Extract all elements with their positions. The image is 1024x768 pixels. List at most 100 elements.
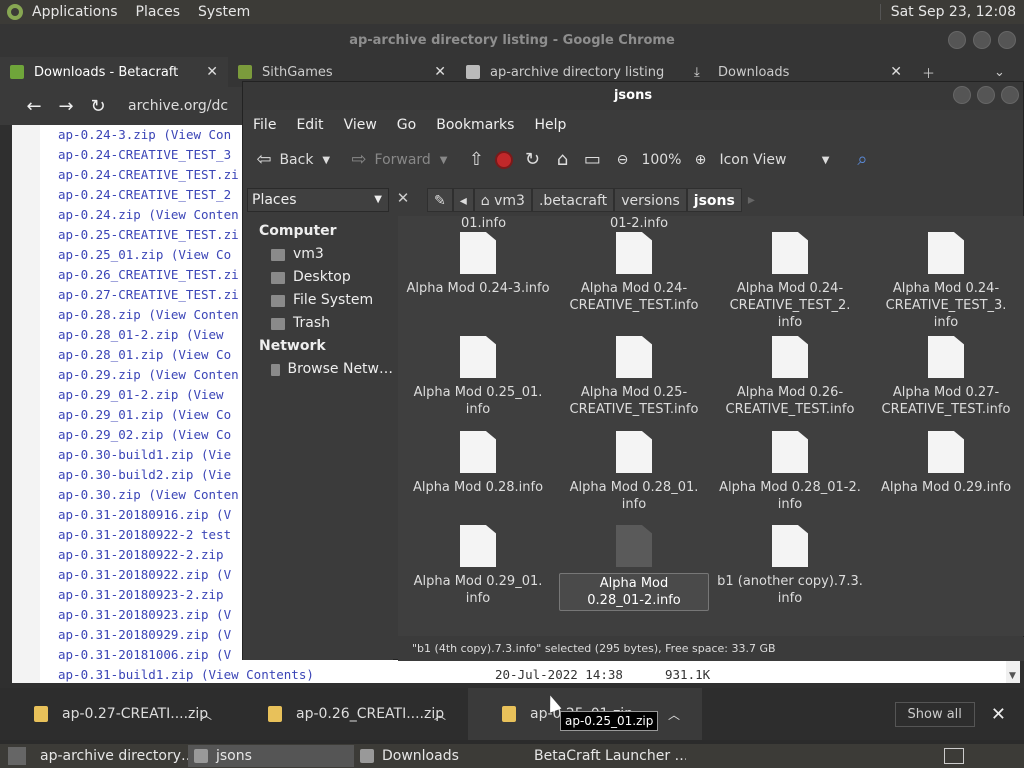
- home-button[interactable]: ⌂: [551, 149, 573, 171]
- listing-file-link[interactable]: ap-0.28_01-2.zip: [58, 327, 178, 342]
- menu-edit[interactable]: Edit: [286, 117, 333, 133]
- forward-arrow-icon[interactable]: →: [50, 96, 82, 117]
- view-contents-link[interactable]: (View Conten: [141, 487, 238, 502]
- listing-file-link[interactable]: ap-0.25_01.zip: [58, 247, 163, 262]
- forward-button[interactable]: ⇨ Forward ▼: [348, 149, 448, 171]
- listing-file-link[interactable]: ap-0.29_02.zip: [58, 427, 163, 442]
- reload-icon[interactable]: ↻: [82, 96, 114, 117]
- computer-button[interactable]: ▭: [581, 149, 603, 171]
- menu-system[interactable]: System: [189, 4, 259, 20]
- file-name[interactable]: Alpha Mod 0.28_01-2.info: [559, 573, 709, 611]
- chevron-up-icon[interactable]: ︿: [200, 706, 212, 723]
- tab-downloads-betacraft[interactable]: Downloads - Betacraft ✕: [0, 57, 228, 87]
- reload-button[interactable]: ↻: [521, 149, 543, 171]
- file-item[interactable]: Alpha Mod 0.29_01. info: [403, 525, 553, 607]
- listing-file-link[interactable]: ap-0.28.zip: [58, 307, 141, 322]
- file-item[interactable]: b1 (another copy).7.3. info: [715, 525, 865, 607]
- download-item[interactable]: ap-0.26_CREATI....zip ︿: [234, 688, 468, 740]
- file-item[interactable]: Alpha Mod 0.24- CREATIVE_TEST_3. info: [871, 232, 1021, 331]
- workspace-switcher[interactable]: [944, 748, 964, 764]
- view-contents-link[interactable]: (V: [209, 607, 231, 622]
- listing-file-link[interactable]: ap-0.24-CREATIVE_TEST.zi: [58, 167, 239, 182]
- file-item[interactable]: Alpha Mod 0.25_01. info: [403, 336, 553, 418]
- view-contents-link[interactable]: (View Co: [163, 407, 231, 422]
- taskbar-item-jsons[interactable]: jsons: [188, 745, 354, 767]
- close-tab-icon[interactable]: ✕: [434, 64, 446, 80]
- up-button[interactable]: ⇧: [465, 149, 487, 171]
- places-selector[interactable]: Places ▼: [247, 187, 389, 212]
- view-contents-link[interactable]: (View Contents): [193, 667, 314, 682]
- clipped-file-label[interactable]: 01.info: [461, 216, 506, 231]
- scroll-down-icon[interactable]: ▼: [1009, 671, 1016, 681]
- back-arrow-icon[interactable]: ←: [18, 96, 50, 117]
- crumb-versions[interactable]: versions: [614, 187, 687, 212]
- view-contents-link[interactable]: (View Conten: [141, 307, 238, 322]
- file-item[interactable]: Alpha Mod 0.28_01. info: [559, 431, 709, 513]
- close-tab-icon[interactable]: ✕: [890, 64, 902, 80]
- taskbar-item-downloads[interactable]: Downloads: [354, 745, 520, 767]
- zoom-out-button[interactable]: ⊖: [611, 149, 633, 171]
- chevron-up-icon[interactable]: ︿: [434, 706, 446, 723]
- sidebar-item-file-system[interactable]: File System: [243, 289, 393, 312]
- crumb-jsons[interactable]: jsons: [686, 187, 742, 212]
- view-contents-link[interactable]: (View Co: [163, 247, 231, 262]
- listing-file-link[interactable]: ap-0.24-CREATIVE_TEST_3: [58, 147, 231, 162]
- listing-file-link[interactable]: ap-0.27-CREATIVE_TEST.zi: [58, 287, 239, 302]
- listing-file-link[interactable]: ap-0.31-20180922-2.zip: [58, 547, 224, 562]
- listing-file-link[interactable]: ap-0.30-build1.zip: [58, 447, 193, 462]
- file-item[interactable]: Alpha Mod 0.24-3.info: [403, 232, 553, 297]
- chevron-up-icon[interactable]: ︿: [668, 706, 680, 723]
- view-contents-link[interactable]: (V: [209, 647, 231, 662]
- close-downloads-icon[interactable]: ✕: [991, 704, 1006, 725]
- file-item[interactable]: Alpha Mod 0.28_01-2.info: [559, 525, 709, 611]
- stop-button[interactable]: [495, 151, 514, 169]
- menu-bookmarks[interactable]: Bookmarks: [426, 117, 524, 133]
- view-contents-link[interactable]: (View: [178, 327, 224, 342]
- close-button[interactable]: [998, 31, 1016, 49]
- view-contents-link[interactable]: (Vie: [193, 467, 231, 482]
- listing-file-link[interactable]: ap-0.31-20180922-2 test: [58, 527, 231, 542]
- minimize-button[interactable]: [953, 86, 971, 104]
- listing-file-link[interactable]: ap-0.29.zip: [58, 367, 141, 382]
- zoom-in-button[interactable]: ⊕: [689, 149, 711, 171]
- file-item[interactable]: Alpha Mod 0.27- CREATIVE_TEST.info: [871, 336, 1021, 418]
- menu-file[interactable]: File: [243, 117, 286, 133]
- view-contents-link[interactable]: (V: [209, 567, 231, 582]
- listing-file-link[interactable]: ap-0.31-20180929.zip: [58, 627, 209, 642]
- file-item[interactable]: Alpha Mod 0.28.info: [403, 431, 553, 496]
- search-button[interactable]: ⌕: [851, 149, 873, 171]
- sidebar-item-browse-network[interactable]: Browse Netw…: [243, 358, 393, 381]
- show-all-button[interactable]: Show all: [894, 701, 975, 727]
- sidebar-item-desktop[interactable]: Desktop: [243, 266, 393, 289]
- menu-places[interactable]: Places: [127, 4, 190, 20]
- menu-help[interactable]: Help: [524, 117, 576, 133]
- listing-file-link[interactable]: ap-0.29_01-2.zip: [58, 387, 178, 402]
- file-item[interactable]: Alpha Mod 0.29.info: [871, 431, 1021, 496]
- close-button[interactable]: [1001, 86, 1019, 104]
- sidebar-item-trash[interactable]: Trash: [243, 312, 393, 335]
- clipped-file-label[interactable]: 01-2.info: [610, 216, 668, 231]
- listing-file-link[interactable]: ap-0.30.zip: [58, 487, 141, 502]
- crumb-vm3[interactable]: ⌂ vm3: [473, 187, 532, 212]
- edit-location-button[interactable]: ✎: [427, 187, 453, 212]
- file-item[interactable]: Alpha Mod 0.25- CREATIVE_TEST.info: [559, 336, 709, 418]
- menu-applications[interactable]: Applications: [23, 4, 127, 20]
- listing-file-link[interactable]: ap-0.31-build1.zip: [58, 667, 193, 682]
- view-contents-link[interactable]: (View Conten: [141, 367, 238, 382]
- view-contents-link[interactable]: (V: [209, 507, 231, 522]
- view-select[interactable]: Icon View ▼: [719, 152, 829, 168]
- view-contents-link[interactable]: (V: [209, 627, 231, 642]
- listing-file-link[interactable]: ap-0.31-20181006.zip: [58, 647, 209, 662]
- close-sidebar-icon[interactable]: ✕: [393, 189, 413, 211]
- taskbar-item-chrome[interactable]: ap-archive directory…: [26, 745, 188, 767]
- file-item[interactable]: Alpha Mod 0.24- CREATIVE_TEST.info: [559, 232, 709, 314]
- menu-go[interactable]: Go: [387, 117, 426, 133]
- file-item[interactable]: Alpha Mod 0.26- CREATIVE_TEST.info: [715, 336, 865, 418]
- listing-file-link[interactable]: ap-0.26_CREATIVE_TEST.zi: [58, 267, 239, 282]
- view-contents-link[interactable]: (Vie: [193, 447, 231, 462]
- clock[interactable]: Sat Sep 23, 12:08: [879, 4, 1024, 20]
- address-bar[interactable]: archive.org/dc: [128, 98, 228, 114]
- view-contents-link[interactable]: (View Con: [156, 127, 231, 142]
- maximize-button[interactable]: [973, 31, 991, 49]
- crumb-betacraft[interactable]: .betacraft: [531, 187, 615, 212]
